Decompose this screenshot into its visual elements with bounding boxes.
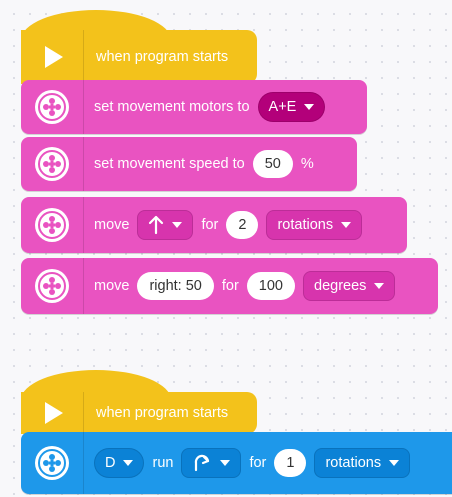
dropdown-caret-icon <box>374 283 385 289</box>
for-label: for <box>201 217 219 233</box>
hat-body: when program starts <box>21 30 257 84</box>
dropdown-caret-icon <box>172 222 183 228</box>
port-value: D <box>105 455 116 471</box>
move-amount-input[interactable]: 100 <box>246 272 295 300</box>
rotation-direction-dropdown[interactable] <box>181 448 242 478</box>
play-icon <box>45 402 63 424</box>
unit-value: rotations <box>277 217 334 233</box>
run-amount-input[interactable]: 1 <box>274 449 307 477</box>
move-direction-block[interactable]: move for 2 rotations <box>21 197 407 253</box>
set-movement-motors-block[interactable]: set movement motors to A+E <box>21 80 367 134</box>
set-movement-speed-label: set movement speed to <box>94 156 245 172</box>
motor-icon <box>35 147 69 181</box>
hat-icon-cell <box>21 30 84 84</box>
hat-label: when program starts <box>96 49 229 65</box>
hat-icon-cell <box>21 392 84 434</box>
for-label: for <box>249 455 267 471</box>
for-label: for <box>221 278 239 294</box>
speed-unit: % <box>300 156 314 172</box>
motor-run-block[interactable]: D run for 1 rotations <box>21 432 452 494</box>
motor-ports-dropdown[interactable]: A+E <box>257 92 326 122</box>
block-content: D run for 1 rotations <box>84 448 411 478</box>
move-steer-block[interactable]: move right: 50 for 100 degrees <box>21 258 438 314</box>
block-icon-cell <box>21 432 84 494</box>
dropdown-caret-icon <box>304 104 315 110</box>
motor-icon <box>35 208 69 242</box>
unit-dropdown[interactable]: rotations <box>314 448 411 478</box>
block-content: set movement speed to 50 % <box>84 150 314 178</box>
dropdown-caret-icon <box>123 460 134 466</box>
unit-dropdown[interactable]: degrees <box>303 271 396 301</box>
unit-dropdown[interactable]: rotations <box>266 210 363 240</box>
block-content: move for 2 rotations <box>84 210 363 240</box>
block-icon-cell <box>21 137 84 191</box>
direction-dropdown[interactable] <box>137 210 194 240</box>
move-label: move <box>94 278 130 294</box>
block-icon-cell <box>21 258 84 314</box>
run-label: run <box>152 455 174 471</box>
motor-ports-value: A+E <box>268 99 297 115</box>
block-icon-cell <box>21 197 84 253</box>
hat-label: when program starts <box>96 405 229 421</box>
when-program-starts-hat-2[interactable]: when program starts <box>21 370 257 434</box>
block-content: set movement motors to A+E <box>84 92 326 122</box>
dropdown-caret-icon <box>389 460 400 466</box>
motor-icon <box>35 446 69 480</box>
unit-value: rotations <box>325 455 382 471</box>
dropdown-caret-icon <box>220 460 231 466</box>
motor-icon <box>35 269 69 303</box>
steer-input[interactable]: right: 50 <box>137 272 214 300</box>
motor-icon <box>35 90 69 124</box>
set-movement-motors-label: set movement motors to <box>94 99 250 115</box>
play-icon <box>45 46 63 68</box>
block-icon-cell <box>21 80 84 134</box>
move-amount-input[interactable]: 2 <box>226 211 259 239</box>
set-movement-speed-block[interactable]: set movement speed to 50 % <box>21 137 357 191</box>
block-content: move right: 50 for 100 degrees <box>84 271 396 301</box>
arrow-up-icon <box>149 215 164 235</box>
hat-body: when program starts <box>21 392 257 434</box>
unit-value: degrees <box>314 278 367 294</box>
port-dropdown[interactable]: D <box>94 448 145 478</box>
clockwise-icon <box>195 454 210 472</box>
when-program-starts-hat-1[interactable]: when program starts <box>21 10 257 84</box>
move-label: move <box>94 217 130 233</box>
dropdown-caret-icon <box>341 222 352 228</box>
speed-input[interactable]: 50 <box>252 150 293 178</box>
